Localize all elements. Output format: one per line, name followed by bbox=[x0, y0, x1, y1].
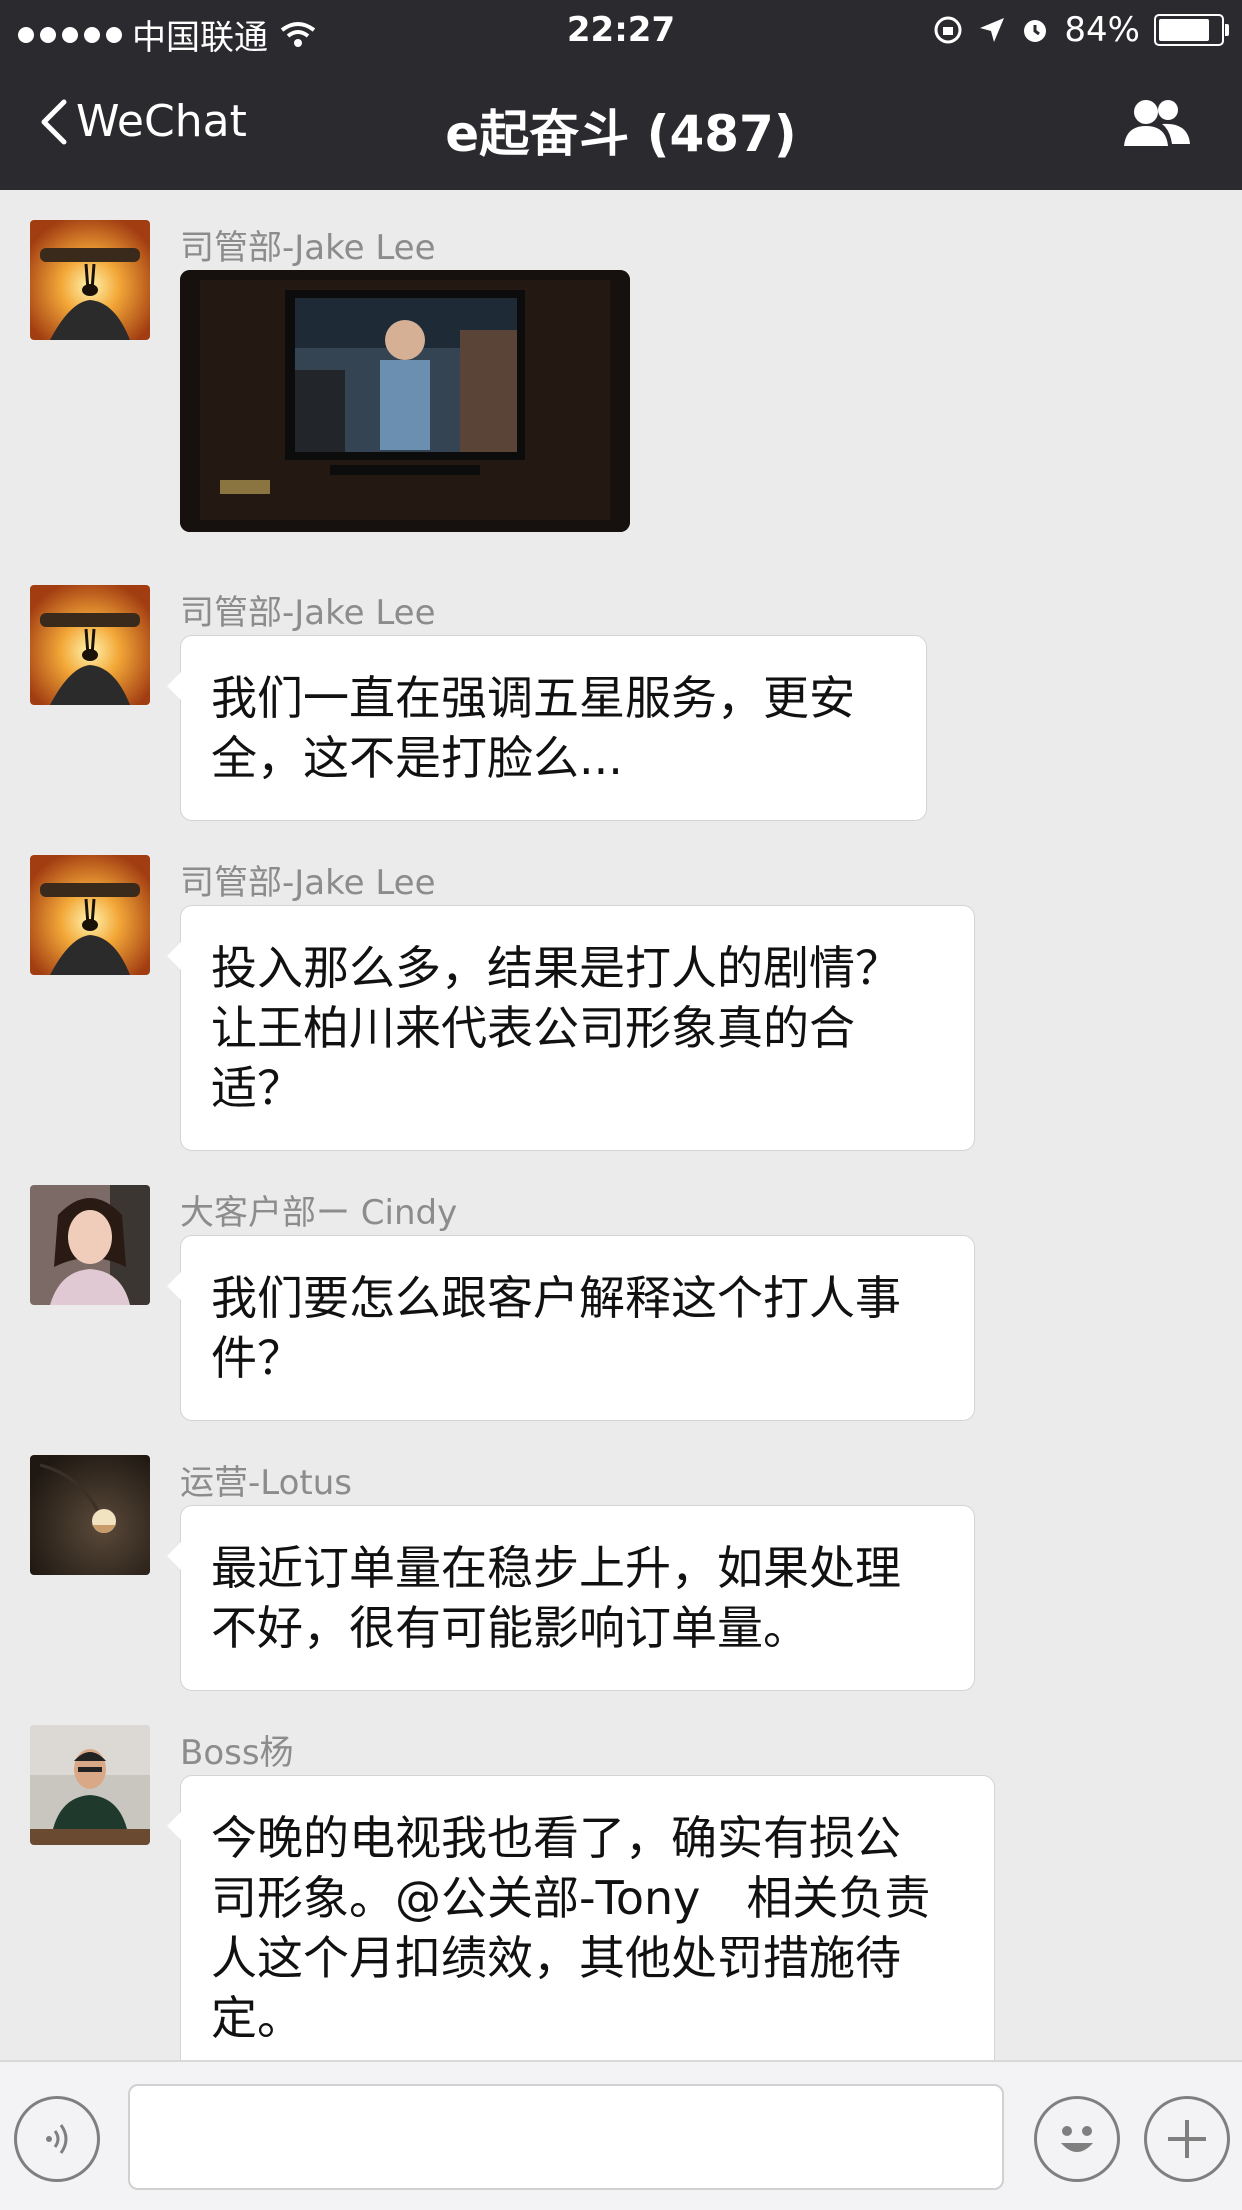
message-line: 人这个月扣绩效，其他处罚措施待 bbox=[211, 1931, 901, 1985]
message-line: 不好，很有可能影响订单量。 bbox=[211, 1601, 809, 1655]
sender-name: 大客户部ー Cindy bbox=[180, 1193, 458, 1233]
message-line: 投入那么多，结果是打人的剧情？ bbox=[211, 941, 901, 995]
message-line: 适？ bbox=[211, 1061, 303, 1115]
avatar[interactable] bbox=[30, 585, 150, 705]
sender-name: 司管部-Jake Lee bbox=[180, 863, 436, 903]
voice-icon bbox=[46, 2124, 68, 2154]
avatar[interactable] bbox=[30, 1455, 150, 1575]
message-line: 定。 bbox=[211, 1991, 303, 2045]
voice-button[interactable] bbox=[14, 2096, 100, 2182]
header: 中国联通 22:27 84% WeChat e起奋斗 (487) bbox=[0, 0, 1242, 190]
nav-bar: WeChat e起奋斗 (487) bbox=[0, 60, 1242, 190]
message-bubble[interactable]: 我们一直在强调五星服务，更安 全，这不是打脸么... bbox=[167, 635, 927, 821]
image-message[interactable] bbox=[180, 270, 630, 532]
avatar[interactable] bbox=[30, 1185, 150, 1305]
message-line: 我们一直在强调五星服务，更安 bbox=[211, 671, 855, 725]
message-line: 全，这不是打脸么... bbox=[211, 731, 623, 785]
battery-percent: 84% bbox=[1064, 10, 1140, 50]
plus-button[interactable] bbox=[1144, 2096, 1230, 2182]
message-line: 让王柏川来代表公司形象真的合 bbox=[211, 1001, 855, 1055]
avatar[interactable] bbox=[30, 855, 150, 975]
message-bubble[interactable]: 投入那么多，结果是打人的剧情？ 让王柏川来代表公司形象真的合 适？ bbox=[167, 905, 975, 1151]
group-members-icon bbox=[1124, 100, 1190, 146]
input-bar bbox=[0, 2060, 1242, 2210]
message-input[interactable] bbox=[128, 2084, 1004, 2190]
message-bubble[interactable]: 最近订单量在稳步上升，如果处理 不好，很有可能影响订单量。 bbox=[167, 1505, 975, 1691]
alarm-icon bbox=[1024, 20, 1047, 42]
status-bar: 中国联通 22:27 84% bbox=[0, 0, 1242, 60]
location-icon bbox=[980, 18, 1005, 42]
group-members-button[interactable] bbox=[1122, 96, 1192, 156]
battery-icon bbox=[1154, 14, 1229, 46]
message-bubble[interactable]: 我们要怎么跟客户解释这个打人事 件？ bbox=[167, 1235, 975, 1421]
message-bubble[interactable]: 今晚的电视我也看了，确实有损公 司形象。@公关部-Tony 相关负责 人这个月扣… bbox=[167, 1775, 995, 2060]
message-line: 我们要怎么跟客户解释这个打人事 bbox=[211, 1271, 901, 1325]
message-line: 司形象。@公关部-Tony 相关负责 bbox=[211, 1871, 931, 1925]
sender-name: Boss杨 bbox=[180, 1733, 294, 1773]
emoji-button[interactable] bbox=[1034, 2096, 1120, 2182]
message-line: 今晚的电视我也看了，确实有损公 bbox=[211, 1811, 901, 1865]
chat-title: e起奋斗 (487) bbox=[445, 105, 797, 163]
message-line: 件？ bbox=[211, 1331, 303, 1385]
status-right: 84% bbox=[932, 10, 1229, 50]
message-line: 最近订单量在稳步上升，如果处理 bbox=[211, 1541, 901, 1595]
chat-area[interactable]: 司管部-Jake Lee 司管部-Jake Lee 我们一直在强调五星服务，更安… bbox=[0, 190, 1242, 2060]
sender-name: 司管部-Jake Lee bbox=[180, 593, 436, 633]
emoji-icon bbox=[1061, 2126, 1093, 2152]
avatar[interactable] bbox=[30, 220, 150, 340]
avatar[interactable] bbox=[30, 1725, 150, 1845]
rotation-lock-icon bbox=[934, 16, 962, 44]
sender-name: 司管部-Jake Lee bbox=[180, 228, 436, 268]
sender-name: 运营-Lotus bbox=[180, 1463, 353, 1503]
plus-icon bbox=[1168, 2120, 1206, 2158]
